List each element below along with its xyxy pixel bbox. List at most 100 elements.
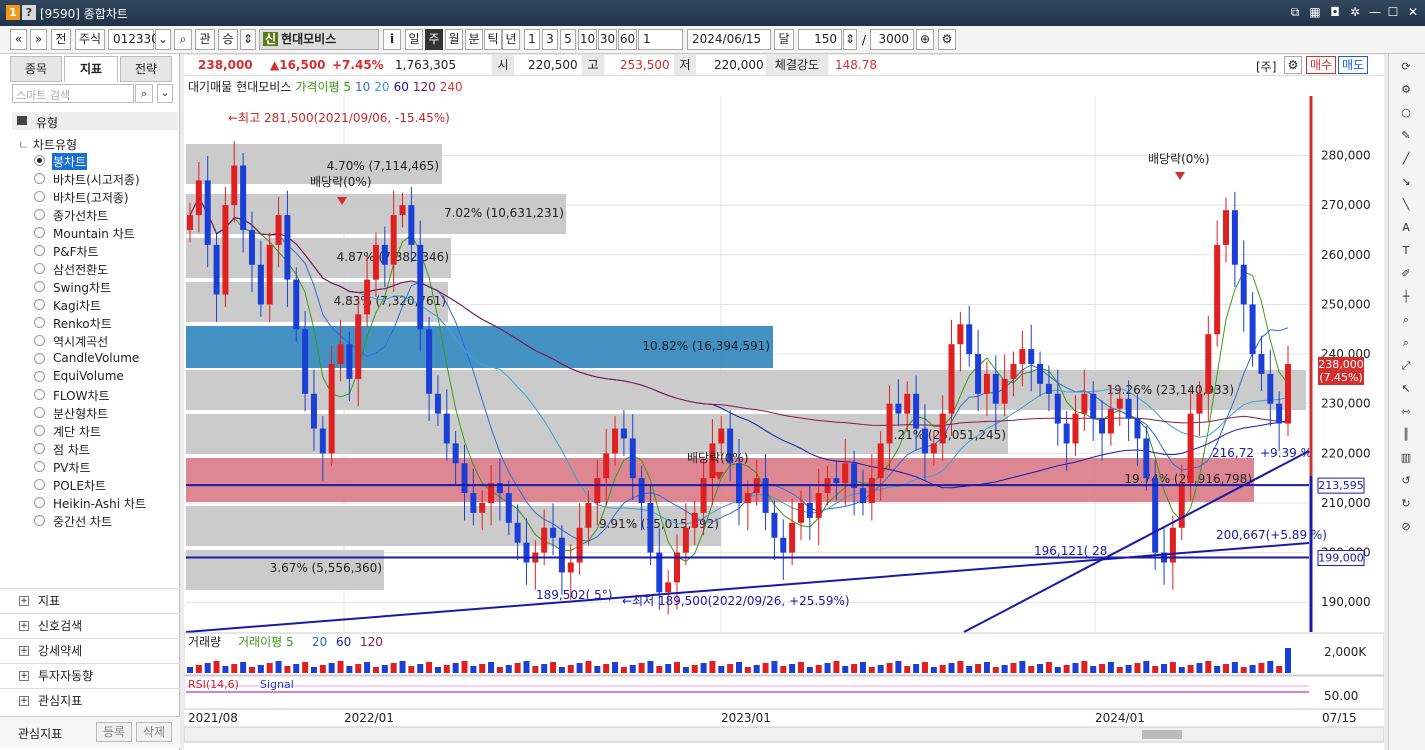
chart-type-item[interactable]: EquiVolume bbox=[34, 368, 174, 385]
bars-count-input[interactable]: 150 bbox=[798, 29, 842, 50]
section-item[interactable]: + 지표 bbox=[0, 588, 180, 613]
radio-icon[interactable] bbox=[34, 317, 45, 328]
radio-icon[interactable] bbox=[34, 245, 45, 256]
expand-icon[interactable]: + bbox=[19, 646, 29, 656]
zoom-fit-icon[interactable]: ⤢ bbox=[1395, 357, 1417, 375]
prev-stock-button[interactable]: « bbox=[10, 29, 27, 50]
chevron-down-icon[interactable]: ⌄ bbox=[155, 29, 171, 50]
redo-icon[interactable]: ↻ bbox=[1395, 495, 1417, 513]
chart-type-item[interactable]: Swing차트 bbox=[34, 278, 174, 295]
chart-type-item[interactable]: FLOW차트 bbox=[34, 386, 174, 403]
date-input[interactable]: 2024/06/15 bbox=[687, 29, 771, 50]
scrollbar[interactable] bbox=[183, 726, 1385, 743]
pencil-icon[interactable]: ✎ bbox=[1395, 127, 1417, 145]
search-icon[interactable]: ⌕ bbox=[174, 29, 192, 50]
chart-type-item[interactable]: 바차트(고저종) bbox=[34, 188, 174, 205]
ray-icon[interactable]: ↘ bbox=[1395, 173, 1417, 191]
expand-icon[interactable]: + bbox=[19, 596, 29, 606]
auto-icon[interactable]: A bbox=[1395, 219, 1417, 237]
count-input[interactable]: 1 bbox=[638, 29, 683, 50]
radio-icon[interactable] bbox=[34, 281, 45, 292]
interval-button-3[interactable]: 10 bbox=[578, 29, 597, 50]
radio-icon[interactable] bbox=[34, 515, 45, 526]
period-button-4[interactable]: 틱 bbox=[484, 29, 502, 50]
chart-type-item[interactable]: 계단 차트 bbox=[34, 422, 174, 439]
sell-button[interactable]: 매도 bbox=[1338, 56, 1368, 74]
stock-code-input[interactable]: 012330 bbox=[108, 29, 159, 50]
brush-icon[interactable]: ✐ bbox=[1395, 265, 1417, 283]
bars-icon[interactable]: ║ bbox=[1395, 426, 1417, 444]
chart-type-item[interactable]: 중간선 차트 bbox=[34, 512, 174, 529]
market-select[interactable]: 주식 bbox=[75, 29, 105, 50]
radio-icon[interactable] bbox=[34, 443, 45, 454]
spin-icon[interactable]: ⇕ bbox=[843, 29, 857, 50]
radio-icon[interactable] bbox=[34, 371, 45, 382]
chart-type-item[interactable]: Heikin-Ashi 차트 bbox=[34, 494, 174, 511]
section-item[interactable]: + 관심지표 bbox=[0, 688, 180, 713]
stock-name-field[interactable]: 신 현대모비스 bbox=[259, 29, 379, 50]
chart-area[interactable]: 190,000200,000210,000220,000230,000240,0… bbox=[183, 76, 1385, 750]
cursor-icon[interactable]: ↖ bbox=[1395, 380, 1417, 398]
expand-icon[interactable]: + bbox=[19, 671, 29, 681]
radio-icon[interactable] bbox=[34, 425, 45, 436]
refresh-icon[interactable]: ⟳ bbox=[1395, 58, 1417, 76]
gear-icon[interactable]: ⚙ bbox=[1395, 81, 1417, 99]
chart-type-item[interactable]: 바차트(시고저종) bbox=[34, 170, 174, 187]
previous-button[interactable]: 전 bbox=[51, 29, 71, 50]
tab-strategy[interactable]: 전략 bbox=[120, 56, 172, 82]
window-badge-number[interactable]: 1 bbox=[6, 5, 20, 20]
chart-type-item[interactable]: 역시계곡선 bbox=[34, 332, 174, 349]
smart-search-input[interactable]: 스마트 검색 bbox=[12, 84, 134, 103]
tree-group[interactable]: ㄴ 차트유형 bbox=[18, 136, 77, 153]
sort-button[interactable]: 승 bbox=[218, 29, 238, 50]
cross-line-icon[interactable]: ╲ bbox=[1395, 196, 1417, 214]
link-icon[interactable]: ⧉ bbox=[1286, 4, 1304, 21]
next-stock-button[interactable]: » bbox=[30, 29, 47, 50]
interval-button-0[interactable]: 1 bbox=[524, 29, 540, 50]
reset-icon[interactable]: ⊘ bbox=[1395, 518, 1417, 536]
undo-icon[interactable]: ↺ bbox=[1395, 472, 1417, 490]
scale-icon[interactable]: ⇿ bbox=[1395, 403, 1417, 421]
chart-type-item[interactable]: P&F차트 bbox=[34, 242, 174, 259]
maximize-icon[interactable]: ☐ bbox=[1384, 4, 1402, 21]
radio-icon[interactable] bbox=[34, 191, 45, 202]
radio-icon[interactable] bbox=[34, 209, 45, 220]
radio-icon[interactable] bbox=[34, 173, 45, 184]
radio-icon[interactable] bbox=[34, 227, 45, 238]
radio-icon[interactable] bbox=[34, 353, 45, 364]
zoom-in-icon[interactable]: ⌕ bbox=[1395, 311, 1417, 329]
expand-icon[interactable]: + bbox=[19, 621, 29, 631]
chart-type-item[interactable]: 종가선차트 bbox=[34, 206, 174, 223]
chart-type-item[interactable]: 삼선전환도 bbox=[34, 260, 174, 277]
radio-icon[interactable] bbox=[34, 335, 45, 346]
chart-type-item[interactable]: 봉차트 bbox=[34, 152, 174, 170]
radio-icon[interactable] bbox=[34, 299, 45, 310]
info-icon[interactable]: i bbox=[383, 29, 401, 50]
chart-type-item[interactable]: CandleVolume bbox=[34, 350, 174, 367]
tree-root[interactable]: 유형 bbox=[12, 112, 178, 130]
scrollbar-thumb[interactable] bbox=[1142, 730, 1182, 739]
period-button-0[interactable]: 일 bbox=[405, 29, 423, 50]
interval-button-1[interactable]: 3 bbox=[542, 29, 558, 50]
gear-icon[interactable]: ⚙ bbox=[938, 29, 956, 50]
chart-type-item[interactable]: POLE차트 bbox=[34, 476, 174, 493]
interval-button-5[interactable]: 60 bbox=[618, 29, 637, 50]
help-icon[interactable]: ? bbox=[22, 5, 36, 20]
interval-button-4[interactable]: 30 bbox=[598, 29, 617, 50]
calendar-button[interactable]: 달 bbox=[774, 29, 794, 50]
delete-button[interactable]: 삭제 bbox=[136, 722, 172, 742]
circle-icon[interactable]: ○ bbox=[1395, 104, 1417, 122]
tab-stock[interactable]: 종목 bbox=[10, 56, 62, 82]
collapse-icon[interactable]: ⌄ bbox=[157, 84, 173, 103]
period-button-3[interactable]: 분 bbox=[465, 29, 483, 50]
chart-type-item[interactable]: Renko차트 bbox=[34, 314, 174, 331]
chart-type-item[interactable]: 점 차트 bbox=[34, 440, 174, 457]
chart-type-item[interactable]: Kagi차트 bbox=[34, 296, 174, 313]
max-count-input[interactable]: 3000 bbox=[870, 29, 914, 50]
chart-type-item[interactable]: PV차트 bbox=[34, 458, 174, 475]
layout-icon[interactable]: ▦ bbox=[1306, 4, 1324, 21]
grid-icon[interactable]: ▥ bbox=[1395, 449, 1417, 467]
settings-icon[interactable]: ✲ bbox=[1346, 4, 1364, 21]
search-icon[interactable]: ⌕ bbox=[1395, 334, 1417, 352]
section-item[interactable]: + 강세약세 bbox=[0, 638, 180, 663]
